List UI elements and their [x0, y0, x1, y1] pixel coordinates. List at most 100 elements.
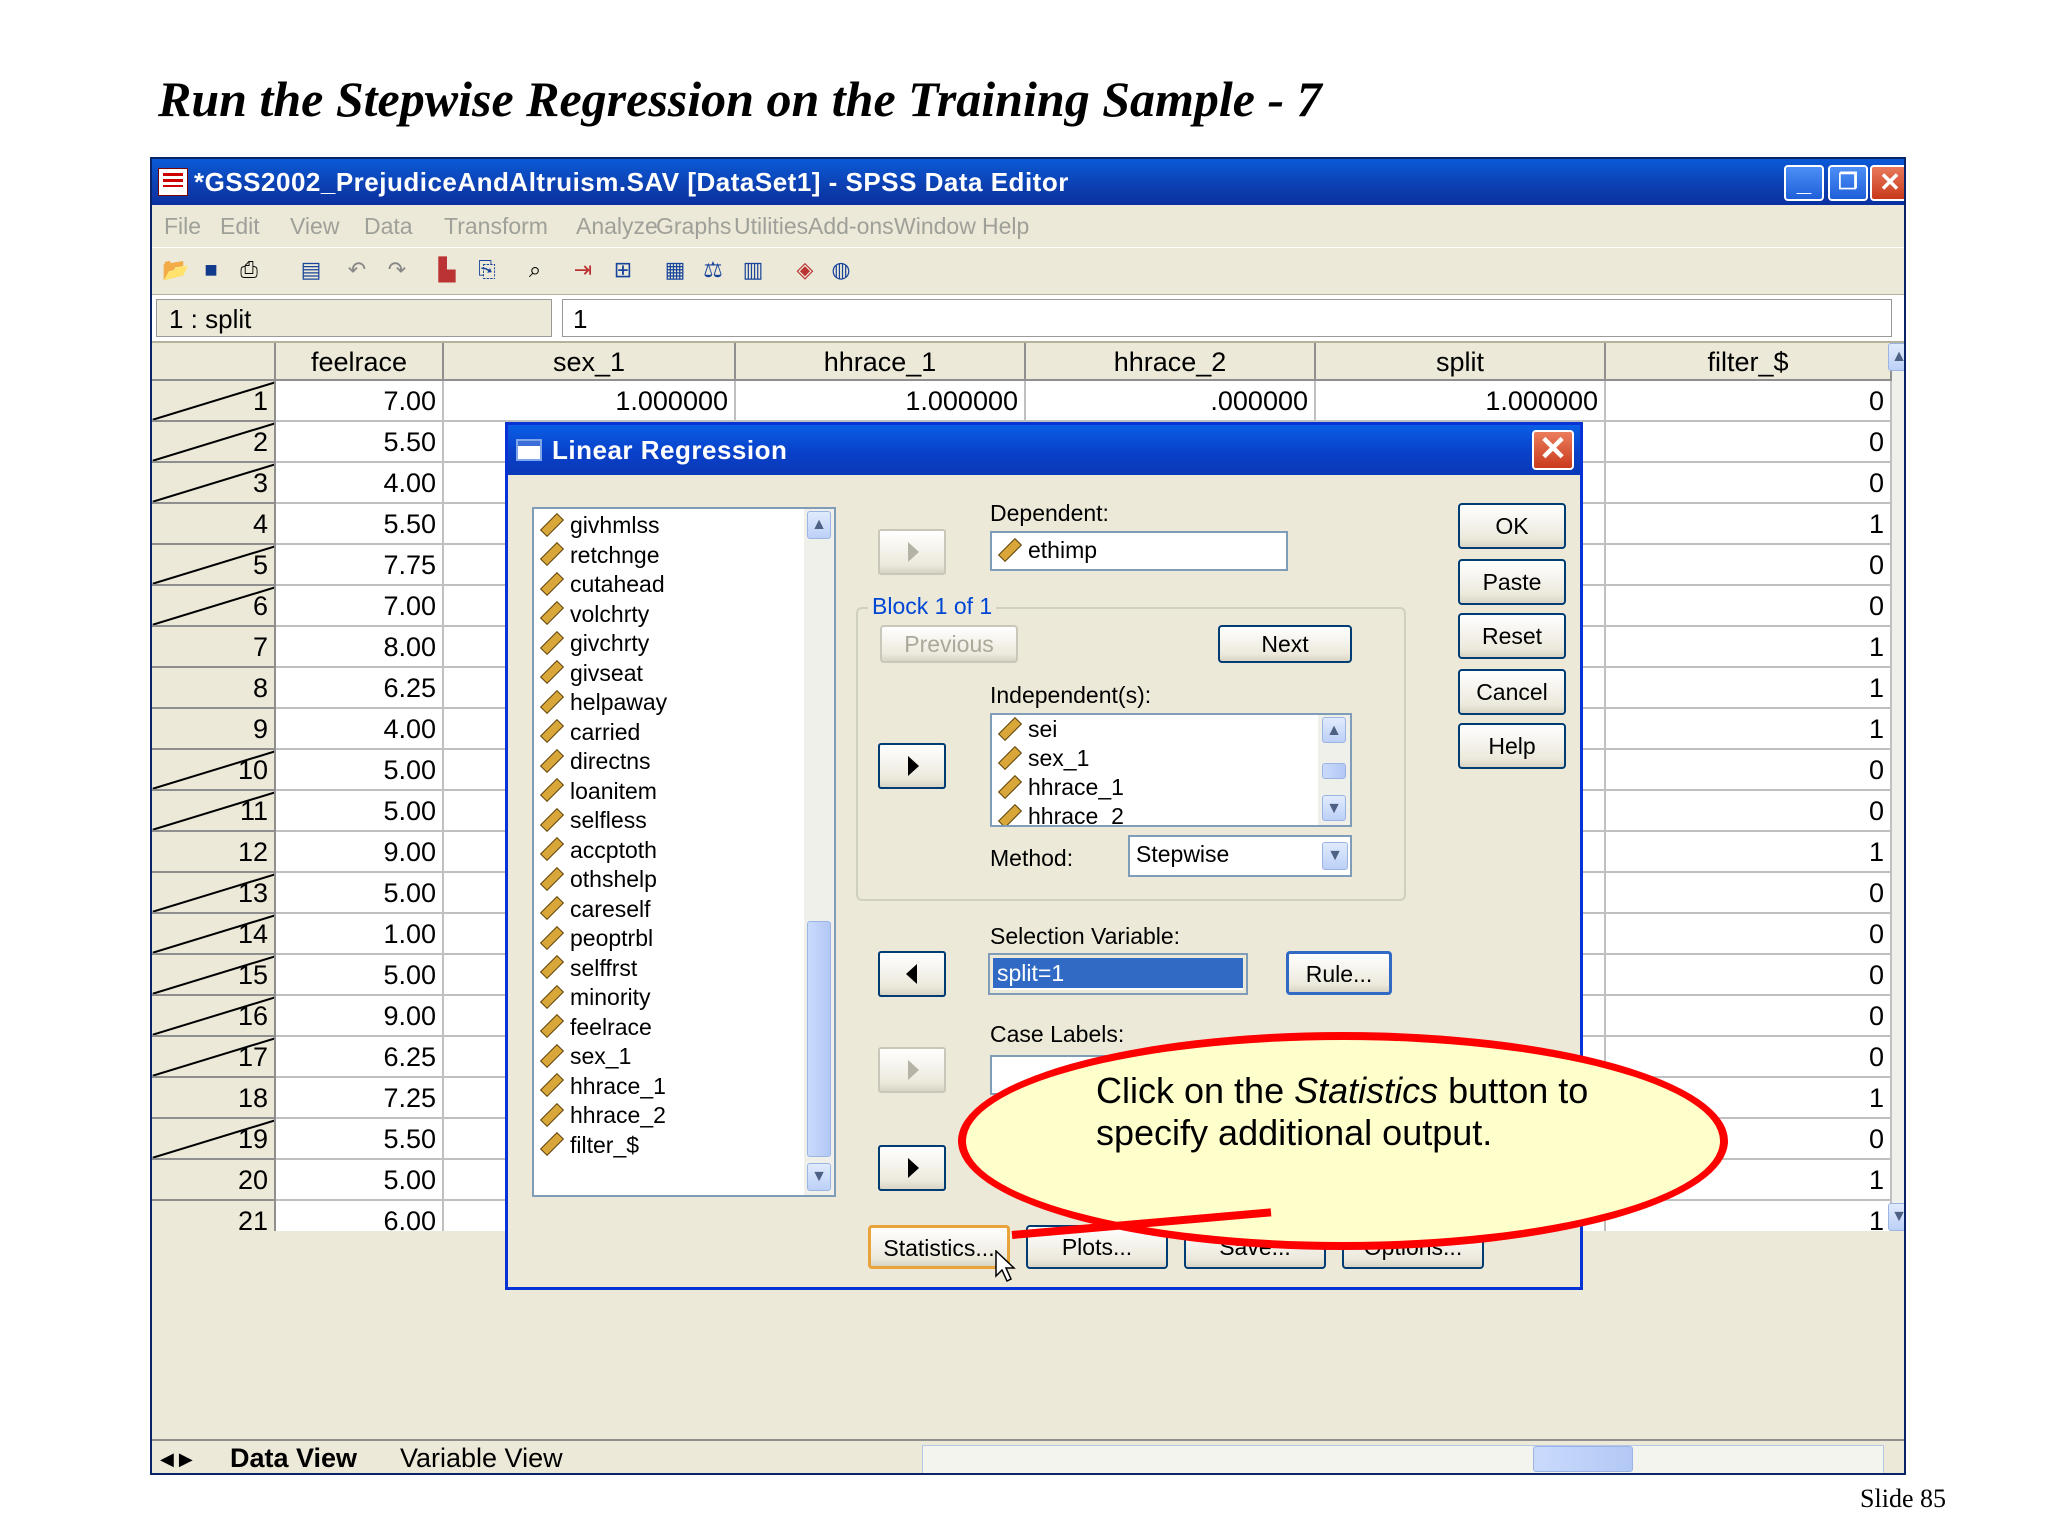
row-number[interactable]: 3: [152, 463, 276, 504]
goto-case-icon[interactable]: ⎘: [474, 258, 500, 282]
list-item[interactable]: selffrst: [539, 954, 637, 983]
rule-button[interactable]: Rule...: [1286, 951, 1392, 995]
menu-item-view[interactable]: View: [290, 213, 339, 240]
row-number[interactable]: 7: [152, 627, 276, 668]
list-item[interactable]: givchrty: [539, 629, 649, 658]
column-header[interactable]: feelrace: [276, 343, 444, 381]
table-cell[interactable]: 1.000000: [736, 381, 1026, 422]
row-number[interactable]: 13: [152, 873, 276, 914]
insert-variable-icon[interactable]: ⊞: [610, 258, 636, 282]
ok-button[interactable]: OK: [1458, 503, 1566, 549]
variable-list-scrollbar[interactable]: ▲ ▼: [804, 509, 834, 1195]
list-item[interactable]: sei: [997, 715, 1057, 744]
open-icon[interactable]: 📂: [162, 258, 189, 282]
tab-variable-view[interactable]: Variable View: [400, 1443, 563, 1473]
list-scroll-up-icon[interactable]: ▲: [807, 511, 831, 539]
next-button[interactable]: Next: [1218, 625, 1352, 663]
table-cell[interactable]: 1: [1606, 668, 1892, 709]
row-number[interactable]: 12: [152, 832, 276, 873]
table-cell[interactable]: 4.00: [276, 709, 444, 750]
row-number[interactable]: 10: [152, 750, 276, 791]
column-header[interactable]: filter_$: [1606, 343, 1892, 381]
list-scroll-thumb[interactable]: [807, 921, 831, 1157]
table-cell[interactable]: 9.00: [276, 832, 444, 873]
table-cell[interactable]: 7.00: [276, 586, 444, 627]
menu-item-utilities[interactable]: Utilities: [734, 213, 808, 240]
table-cell[interactable]: 5.00: [276, 1160, 444, 1201]
column-header[interactable]: hhrace_2: [1026, 343, 1316, 381]
split-file-icon[interactable]: ▦: [662, 258, 688, 282]
list-item[interactable]: cutahead: [539, 570, 665, 599]
table-cell[interactable]: 5.50: [276, 504, 444, 545]
selection-variable-field[interactable]: split=1: [988, 953, 1248, 995]
table-cell[interactable]: 0: [1606, 381, 1892, 422]
source-variable-list[interactable]: givhmlss retchnge cutahead volchrty givchrty…: [532, 507, 836, 1197]
list-item[interactable]: minority: [539, 983, 651, 1012]
table-cell[interactable]: 0: [1606, 463, 1892, 504]
list-item[interactable]: othshelp: [539, 865, 657, 894]
table-cell[interactable]: 9.00: [276, 996, 444, 1037]
tab-data-view[interactable]: Data View: [230, 1443, 357, 1473]
table-cell[interactable]: 0: [1606, 545, 1892, 586]
reset-button[interactable]: Reset: [1458, 613, 1566, 659]
row-number[interactable]: 15: [152, 955, 276, 996]
table-cell[interactable]: 5.50: [276, 1119, 444, 1160]
use-sets-icon[interactable]: ◍: [828, 258, 854, 282]
table-cell[interactable]: 0: [1606, 750, 1892, 791]
table-cell[interactable]: 5.50: [276, 422, 444, 463]
menu-item-graphs[interactable]: Graphs: [656, 213, 731, 240]
chevron-down-icon[interactable]: ▼: [1322, 842, 1348, 870]
redo-icon[interactable]: ↷: [384, 258, 410, 282]
list-item[interactable]: peoptrbl: [539, 924, 653, 953]
save-icon[interactable]: ■: [198, 258, 224, 282]
move-dependent-button[interactable]: [878, 529, 946, 575]
move-case-labels-button[interactable]: [878, 1047, 946, 1093]
find-icon[interactable]: ⌕: [522, 258, 548, 282]
row-number[interactable]: 21: [152, 1201, 276, 1231]
menu-item-add-ons[interactable]: Add-ons: [808, 213, 894, 240]
list-item[interactable]: accptoth: [539, 836, 657, 865]
list-item[interactable]: carried: [539, 718, 640, 747]
grid-horizontal-scrollbar[interactable]: [922, 1445, 1884, 1473]
list-item[interactable]: retchnge: [539, 541, 660, 570]
row-number[interactable]: 17: [152, 1037, 276, 1078]
row-number[interactable]: 18: [152, 1078, 276, 1119]
column-header[interactable]: hhrace_1: [736, 343, 1026, 381]
restore-button[interactable]: ❐: [1828, 165, 1868, 201]
tab-prev-icon[interactable]: ◀ ▶: [160, 1449, 193, 1470]
cell-value-input[interactable]: 1: [562, 299, 1892, 337]
table-cell[interactable]: 7.00: [276, 381, 444, 422]
menu-item-transform[interactable]: Transform: [444, 213, 548, 240]
table-cell[interactable]: 5.00: [276, 955, 444, 996]
value-labels-icon[interactable]: ◈: [792, 258, 818, 282]
menu-item-edit[interactable]: Edit: [220, 213, 260, 240]
list-item[interactable]: sex_1: [539, 1042, 631, 1071]
select-cases-icon[interactable]: ▥: [740, 258, 766, 282]
table-cell[interactable]: 0: [1606, 791, 1892, 832]
row-number[interactable]: 11: [152, 791, 276, 832]
cancel-button[interactable]: Cancel: [1458, 669, 1566, 715]
menu-item-window[interactable]: Window: [894, 213, 976, 240]
row-number[interactable]: 6: [152, 586, 276, 627]
table-cell[interactable]: 6.25: [276, 668, 444, 709]
table-cell[interactable]: 6.25: [276, 1037, 444, 1078]
move-selection-button[interactable]: [878, 951, 946, 997]
dialog-close-button[interactable]: ✕: [1532, 430, 1574, 470]
move-wls-weight-button[interactable]: [878, 1145, 946, 1191]
table-cell[interactable]: 0: [1606, 422, 1892, 463]
independents-scrollbar[interactable]: ▲ ▼: [1318, 715, 1350, 825]
table-cell[interactable]: 0: [1606, 914, 1892, 955]
row-number[interactable]: 1: [152, 381, 276, 422]
list-item[interactable]: loanitem: [539, 777, 657, 806]
list-item[interactable]: hhrace_1: [997, 773, 1124, 802]
row-number[interactable]: 16: [152, 996, 276, 1037]
row-number[interactable]: 20: [152, 1160, 276, 1201]
independents-list[interactable]: sei sex_1 hhrace_1 hhrace_2 ▲ ▼: [990, 713, 1352, 827]
row-number[interactable]: 2: [152, 422, 276, 463]
insert-cases-icon[interactable]: ⇥: [570, 258, 596, 282]
minimize-button[interactable]: _: [1784, 165, 1824, 201]
list-scroll-down-icon[interactable]: ▼: [807, 1163, 831, 1191]
list-item[interactable]: givseat: [539, 659, 643, 688]
table-cell[interactable]: 4.00: [276, 463, 444, 504]
table-cell[interactable]: 6.00: [276, 1201, 444, 1231]
